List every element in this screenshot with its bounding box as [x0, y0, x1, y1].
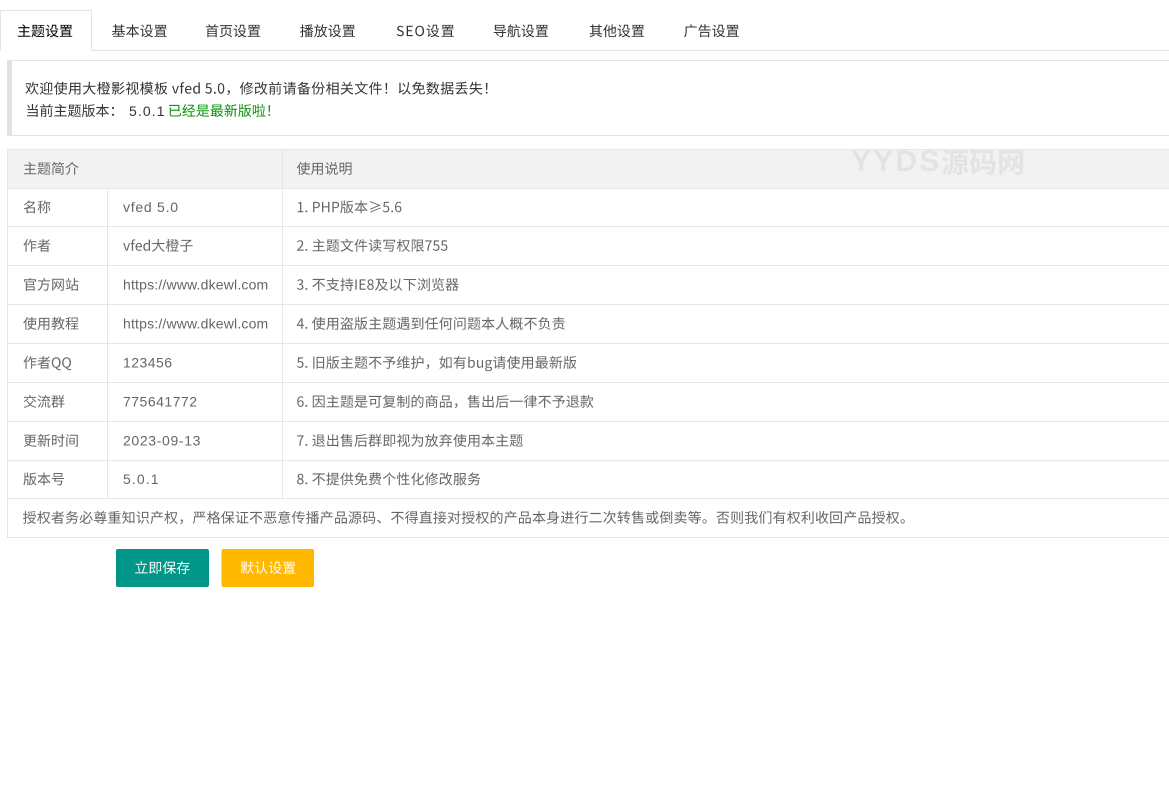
svg-text:vfed 5.0: vfed 5.0 — [123, 199, 179, 215]
svg-text:775641772: 775641772 — [123, 394, 198, 410]
svg-text:5.0.1: 5.0.1 — [123, 471, 160, 487]
svg-text:5.0.1: 5.0.1 — [129, 103, 166, 119]
svg-text:https://www.dkewl.com: https://www.dkewl.com — [123, 316, 268, 332]
svg-text:https://www.dkewl.com: https://www.dkewl.com — [123, 277, 268, 293]
svg-text:123456: 123456 — [123, 355, 172, 371]
svg-text:YYDS: YYDS — [851, 145, 942, 178]
svg-text:2023-09-13: 2023-09-13 — [123, 433, 201, 449]
